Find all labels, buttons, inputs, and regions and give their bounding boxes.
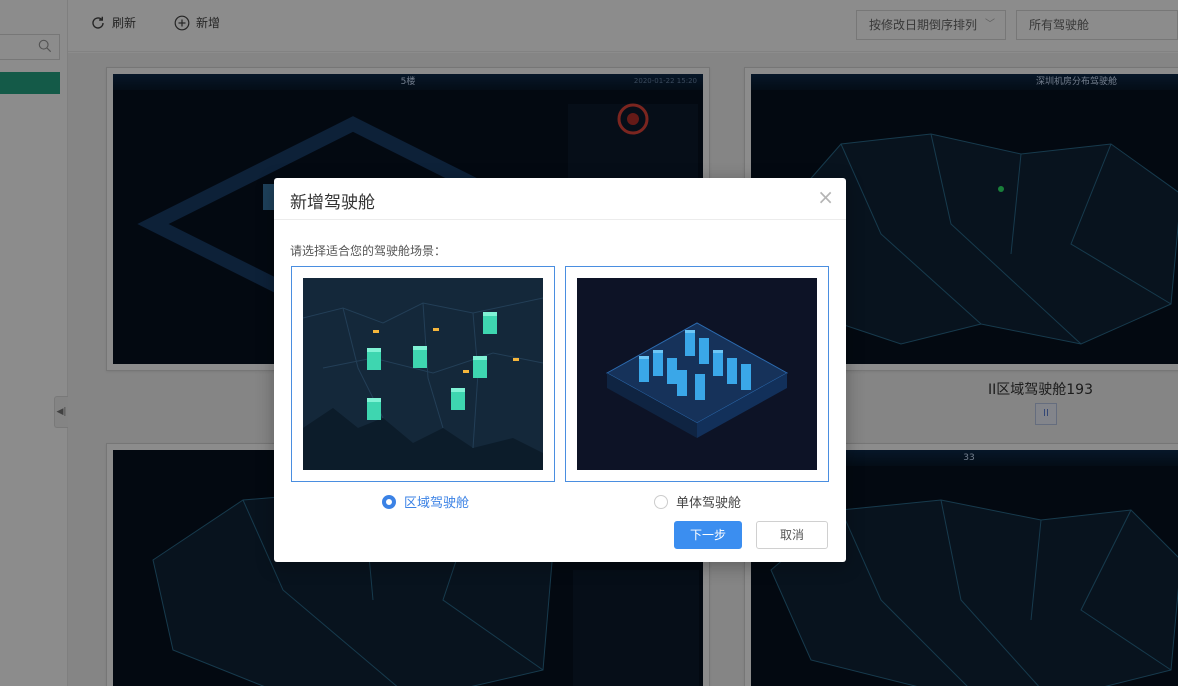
regional-scene-preview: [303, 278, 543, 470]
cancel-button[interactable]: 取消: [756, 521, 828, 549]
radio-regional-label: 区域驾驶舱: [404, 496, 470, 511]
single-scene-option[interactable]: [565, 266, 829, 482]
single-scene-preview: [577, 278, 817, 470]
radio-single-label: 单体驾驶舱: [676, 496, 742, 511]
server-room-illustration: [577, 278, 817, 470]
radio-single-indicator[interactable]: [654, 494, 668, 509]
radio-regional-indicator[interactable]: [382, 494, 396, 509]
next-step-button[interactable]: 下一步: [674, 521, 742, 549]
close-icon[interactable]: ×: [817, 186, 834, 208]
add-dashboard-dialog: 新增驾驶舱 × 请选择适合您的驾驶舱场景： 区域驾驶舱 单体驾驶舱 下一步 取消: [274, 178, 846, 562]
regional-scene-option[interactable]: [291, 266, 555, 482]
radio-regional[interactable]: 区域驾驶舱: [382, 492, 469, 511]
dialog-title: 新增驾驶舱: [290, 193, 375, 213]
radio-single[interactable]: 单体驾驶舱: [654, 492, 741, 511]
dialog-prompt: 请选择适合您的驾驶舱场景：: [290, 244, 447, 258]
regional-map-illustration: [303, 278, 543, 470]
dialog-header: 新增驾驶舱 ×: [274, 178, 846, 220]
